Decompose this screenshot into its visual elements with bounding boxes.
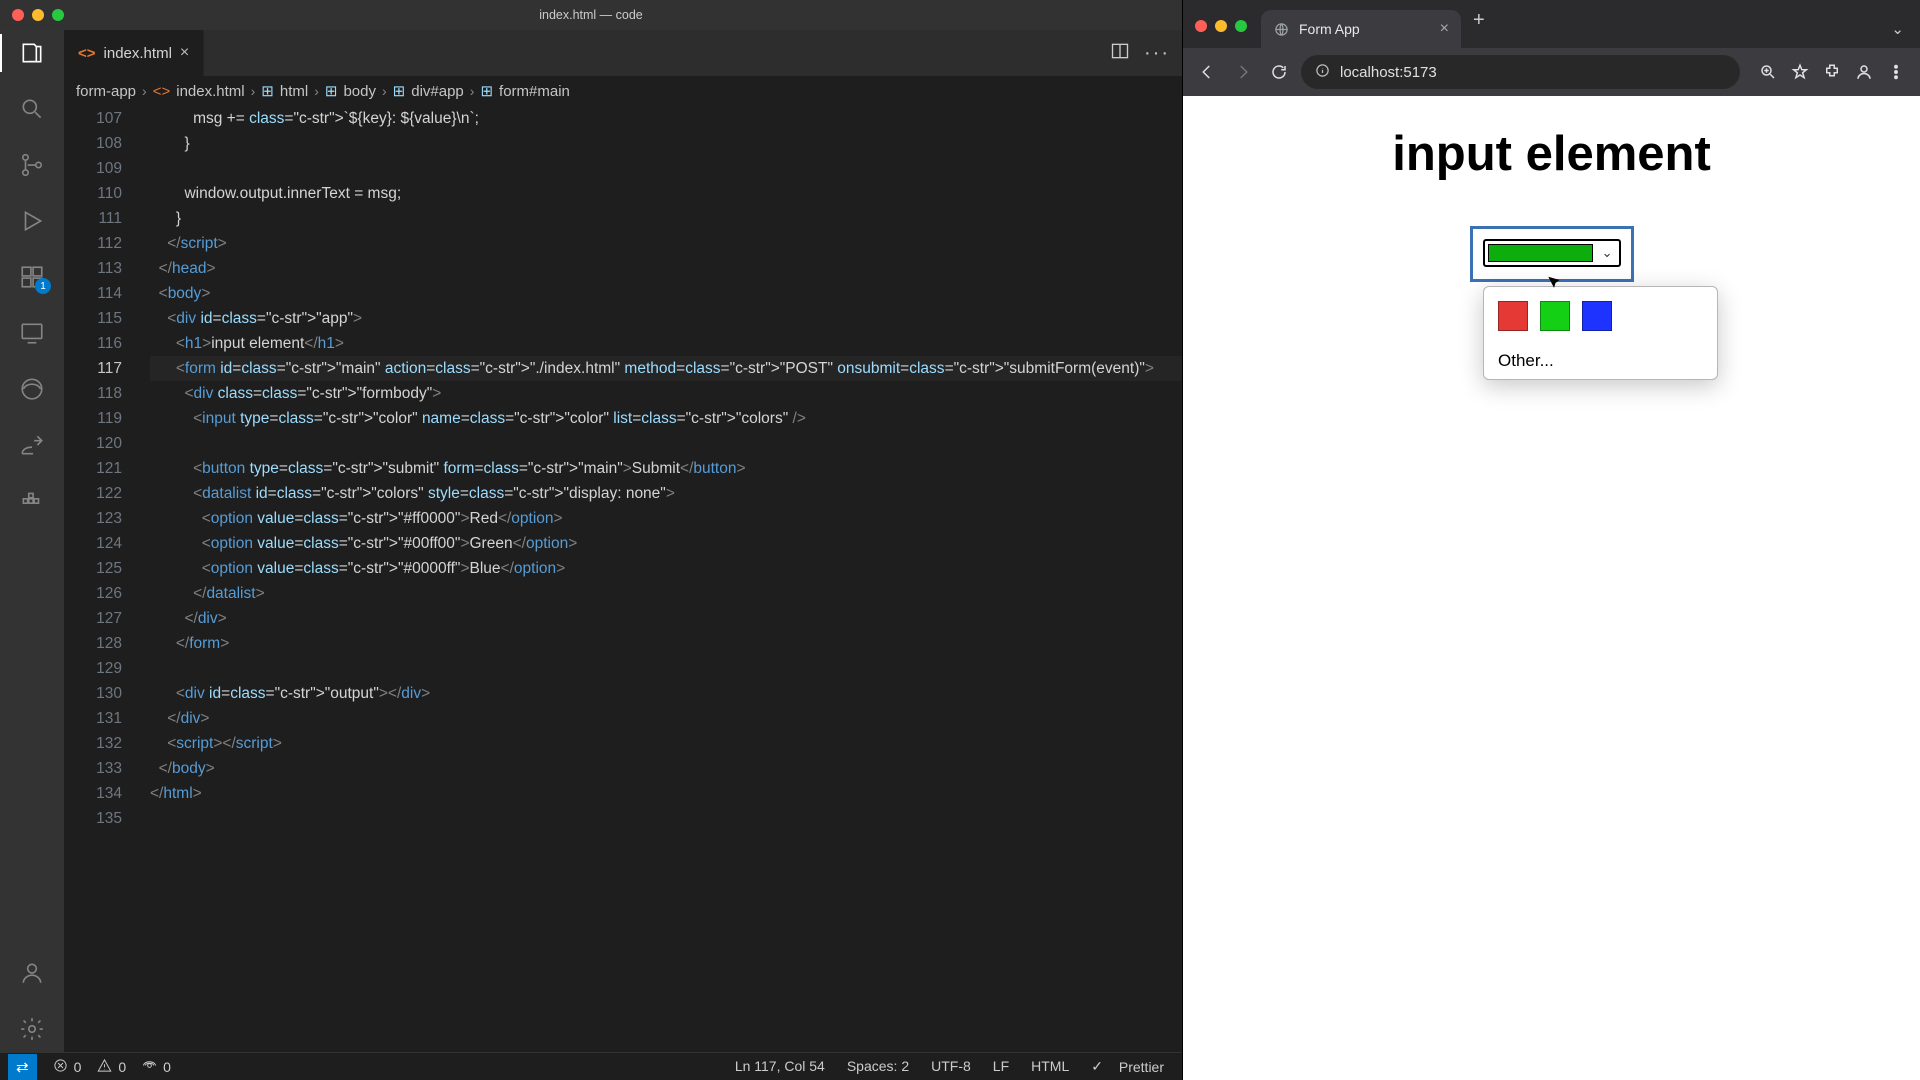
extensions-puzzle-icon[interactable] — [1818, 58, 1846, 86]
favicon-icon — [1273, 21, 1289, 37]
html-file-icon: <> — [78, 45, 96, 62]
browser-tabstrip: Form App × + ⌄ — [1183, 0, 1920, 48]
close-window-icon[interactable] — [12, 9, 24, 21]
settings-gear-icon[interactable] — [19, 1016, 45, 1042]
window-controls[interactable] — [12, 9, 64, 21]
reload-button[interactable] — [1265, 58, 1293, 86]
site-info-icon[interactable] — [1315, 63, 1330, 82]
color-datalist-popover[interactable]: Other... — [1483, 286, 1718, 380]
close-tab-icon[interactable]: × — [180, 44, 189, 62]
crumb-form-main[interactable]: form#main — [499, 83, 570, 100]
extensions-icon[interactable]: 1 — [19, 264, 45, 290]
source-control-icon[interactable] — [19, 152, 45, 178]
tab-title: Form App — [1299, 21, 1360, 37]
maximize-window-icon[interactable] — [52, 9, 64, 21]
chevron-down-icon[interactable]: ⌄ — [1602, 245, 1613, 261]
html-file-icon: <> — [153, 83, 171, 100]
back-button[interactable] — [1193, 58, 1221, 86]
crumb-html[interactable]: html — [280, 83, 308, 100]
accounts-icon[interactable] — [19, 960, 45, 986]
activity-bar: 1 — [0, 30, 64, 1052]
browser-window: Form App × + ⌄ localhost:5173 input elem… — [1182, 0, 1920, 1080]
color-other-option[interactable]: Other... — [1498, 351, 1703, 371]
color-option-blue[interactable] — [1582, 301, 1612, 331]
run-debug-icon[interactable] — [19, 208, 45, 234]
crumb-folder[interactable]: form-app — [76, 83, 136, 100]
mouse-cursor-icon — [1545, 273, 1567, 300]
minimize-window-icon[interactable] — [32, 9, 44, 21]
zoom-icon[interactable] — [1754, 58, 1782, 86]
ports[interactable]: 0 — [142, 1058, 171, 1076]
eol[interactable]: LF — [993, 1058, 1009, 1075]
crumb-file[interactable]: index.html — [176, 83, 244, 100]
tab-overflow-icon[interactable]: ⌄ — [1875, 20, 1920, 48]
code-editor[interactable]: 1071081091101111121131141151161171181191… — [64, 106, 1182, 1052]
close-tab-icon[interactable]: × — [1440, 20, 1449, 38]
browser-tab[interactable]: Form App × — [1261, 10, 1461, 48]
problems-errors[interactable]: 0 — [53, 1058, 82, 1076]
new-tab-button[interactable]: + — [1461, 9, 1497, 40]
live-share-icon[interactable] — [19, 432, 45, 458]
split-editor-icon[interactable] — [1110, 41, 1130, 66]
tab-index-html[interactable]: <> index.html × — [64, 30, 204, 76]
language-mode[interactable]: HTML — [1031, 1058, 1069, 1075]
color-option-red[interactable] — [1498, 301, 1528, 331]
prettier-status[interactable]: ✓ Prettier — [1091, 1058, 1164, 1075]
maximize-window-icon[interactable] — [1235, 20, 1247, 32]
extensions-badge: 1 — [35, 278, 51, 294]
encoding[interactable]: UTF-8 — [931, 1058, 971, 1075]
window-title: index.html — code — [539, 8, 643, 22]
forward-button[interactable] — [1229, 58, 1257, 86]
profile-avatar-icon[interactable] — [1850, 58, 1878, 86]
page-content: input element ⌄ Submit Other... — [1183, 96, 1920, 1080]
remote-explorer-icon[interactable] — [19, 320, 45, 346]
close-window-icon[interactable] — [1195, 20, 1207, 32]
indentation[interactable]: Spaces: 2 — [847, 1058, 909, 1075]
browser-toolbar: localhost:5173 — [1183, 48, 1920, 96]
more-actions-icon[interactable]: ··· — [1144, 42, 1170, 65]
remote-indicator-icon[interactable]: ⇄ — [8, 1054, 37, 1080]
minimize-window-icon[interactable] — [1215, 20, 1227, 32]
url-text: localhost:5173 — [1340, 64, 1437, 81]
status-bar: ⇄ 0 0 0 Ln 117, Col 54 Spaces: 2 UTF-8 L… — [0, 1052, 1182, 1080]
address-bar[interactable]: localhost:5173 — [1301, 55, 1740, 89]
explorer-icon[interactable] — [19, 40, 45, 66]
breadcrumbs[interactable]: form-app› <> index.html› ⊞html› ⊞body› ⊞… — [64, 76, 1182, 106]
editor-area: <> index.html × ··· form-app› <> index.h… — [64, 30, 1182, 1052]
editor-tabs: <> index.html × ··· — [64, 30, 1182, 76]
search-icon[interactable] — [19, 96, 45, 122]
problems-warnings[interactable]: 0 — [97, 1058, 126, 1076]
crumb-div-app[interactable]: div#app — [411, 83, 464, 100]
bookmark-star-icon[interactable] — [1786, 58, 1814, 86]
page-heading: input element — [1183, 126, 1920, 182]
browser-window-controls[interactable] — [1195, 20, 1247, 48]
vscode-window: index.html — code 1 <> — [0, 0, 1182, 1080]
edge-tools-icon[interactable] — [19, 376, 45, 402]
cursor-position[interactable]: Ln 117, Col 54 — [735, 1058, 825, 1075]
selected-color-swatch[interactable] — [1488, 244, 1593, 262]
browser-menu-icon[interactable] — [1882, 58, 1910, 86]
crumb-body[interactable]: body — [343, 83, 376, 100]
vscode-titlebar: index.html — code — [0, 0, 1182, 30]
docker-icon[interactable] — [19, 488, 45, 514]
tab-filename: index.html — [104, 45, 172, 62]
color-option-green[interactable] — [1540, 301, 1570, 331]
